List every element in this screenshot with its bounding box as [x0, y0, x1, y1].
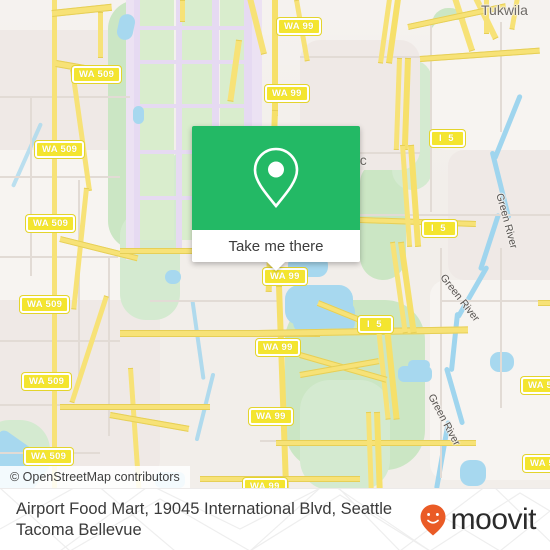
highway-shield: WA 99 [265, 85, 309, 102]
highway-shield: I 5 [422, 220, 457, 237]
callout-pin-area [192, 126, 360, 230]
location-callout-card[interactable]: Take me there [192, 126, 360, 271]
highway-shield: I 5 [430, 130, 465, 147]
map-canvas[interactable]: Tukwila ac Green River Green River Green… [0, 0, 550, 488]
callout-pointer-arrow [267, 262, 285, 271]
highway-shield: I 5 [358, 316, 393, 333]
place-label-tukwila: Tukwila [481, 2, 528, 18]
location-pin-icon [253, 147, 299, 209]
highway-shield: WA 99 [277, 18, 321, 35]
moovit-smiley-pin-icon [420, 504, 446, 536]
highway-shield: WA 5 [523, 455, 550, 472]
moovit-logo[interactable]: moovit [419, 503, 537, 537]
take-me-there-button[interactable]: Take me there [192, 230, 360, 271]
moovit-wordmark: moovit [450, 503, 537, 536]
highway-shield: WA 99 [249, 408, 293, 425]
highway-shield: WA 509 [35, 141, 85, 158]
map-share-card: Tukwila ac Green River Green River Green… [0, 0, 550, 550]
highway-shield: WA 509 [20, 296, 70, 313]
highway-shield: WA 509 [22, 373, 72, 390]
highway-shield: WA 509 [72, 66, 122, 83]
footer-bar: Airport Food Mart, 19045 International B… [0, 488, 550, 550]
highway-shield: WA 99 [256, 339, 300, 356]
highway-shield: WA 509 [26, 215, 76, 232]
highway-shield: WA 99 [243, 478, 287, 488]
attribution-text: © OpenStreetMap contributors [10, 470, 180, 484]
map-attribution[interactable]: © OpenStreetMap contributors [0, 466, 190, 488]
location-title: Airport Food Mart, 19045 International B… [16, 500, 393, 539]
highway-shield: WA 509 [24, 448, 74, 465]
highway-shield: WA 5 [521, 377, 550, 394]
take-me-there-label: Take me there [228, 237, 324, 255]
